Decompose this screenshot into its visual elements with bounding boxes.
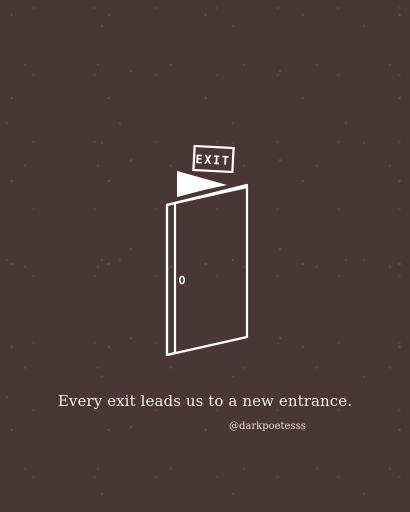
exit-sign-text: EXIT	[195, 152, 231, 168]
door-icon	[165, 183, 249, 357]
exit-sign: EXIT	[192, 144, 235, 174]
doorknob-icon	[179, 275, 186, 285]
exit-door-illustration: EXIT	[165, 144, 249, 357]
quote-text: Every exit leads us to a new entrance.	[57, 392, 353, 410]
author-handle: @darkpoetesss	[229, 421, 306, 432]
